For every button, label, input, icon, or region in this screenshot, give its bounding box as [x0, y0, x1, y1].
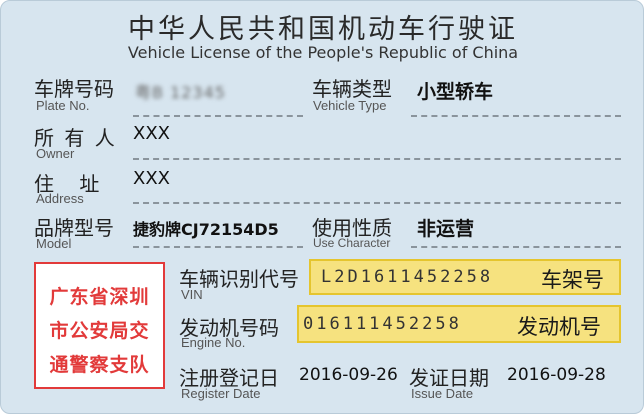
plate-label-en: Plate No. [36, 98, 90, 113]
use-character-value: 非运营 [417, 218, 475, 240]
engine-tag: 发动机号 [517, 315, 601, 339]
address-value: XXX [133, 168, 170, 189]
engine-label-en: Engine No. [181, 335, 246, 350]
divider-line [133, 202, 621, 204]
license-title-en: Vehicle License of the People's Republic… [127, 43, 519, 62]
issue-date-value: 2016-09-28 [507, 365, 606, 385]
engine-highlight: 016111452258 发动机号 [297, 305, 621, 343]
vehicle-type-label-en: Vehicle Type [313, 98, 387, 113]
divider-line [133, 158, 621, 160]
divider-line [133, 115, 303, 117]
engine-value: 016111452258 [303, 314, 462, 334]
model-label-en: Model [36, 236, 72, 251]
stamp-line: 通警察支队 [49, 354, 150, 376]
divider-line [411, 115, 621, 117]
divider-line [411, 246, 621, 248]
police-stamp: 广东省深圳 市公安局交 通警察支队 [34, 262, 165, 389]
stamp-line: 市公安局交 [49, 320, 150, 342]
register-date-label-en: Register Date [181, 386, 261, 401]
stamp-line: 广东省深圳 [49, 286, 150, 308]
vehicle-type-value: 小型轿车 [417, 81, 494, 103]
divider-line [133, 246, 303, 248]
owner-value: XXX [133, 123, 170, 144]
address-label-en: Address [36, 191, 84, 206]
use-character-label-en: Use Character [313, 236, 391, 250]
license-title-cn: 中华人民共和国机动车行驶证 [128, 14, 518, 45]
model-value: 捷豹牌CJ72154D5 [133, 220, 279, 239]
plate-value: 粤B 12345 [135, 83, 226, 102]
vin-value: L2D1611452258 [321, 267, 494, 287]
vehicle-license-card: 中华人民共和国机动车行驶证 Vehicle License of the Peo… [0, 0, 644, 414]
register-date-value: 2016-09-26 [299, 365, 398, 385]
vin-tag: 车架号 [541, 268, 604, 292]
vin-highlight: L2D1611452258 车架号 [309, 259, 621, 295]
owner-label-en: Owner [36, 146, 75, 161]
vin-label-en: VIN [181, 287, 203, 302]
issue-date-label-en: Issue Date [411, 386, 474, 401]
